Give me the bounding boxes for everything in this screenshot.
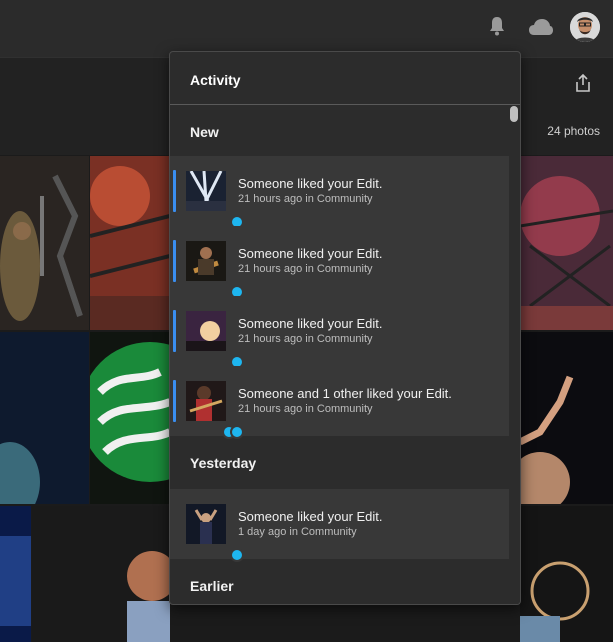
like-badge-icon: [230, 425, 244, 439]
notification-text: Someone and 1 other liked your Edit.: [238, 386, 452, 401]
activity-panel: Activity New Someone liked your Edit. 21…: [169, 51, 521, 605]
notification-meta: 21 hours ago in Community: [238, 403, 373, 415]
notification-thumbnail: [186, 311, 244, 369]
cloud-icon[interactable]: [528, 16, 554, 40]
avatar[interactable]: [570, 12, 600, 42]
notification-item[interactable]: Someone and 1 other liked your Edit. 21 …: [170, 366, 510, 439]
bell-icon[interactable]: [488, 14, 506, 38]
activity-panel-title: Activity: [170, 52, 520, 105]
top-app-bar: [0, 0, 613, 57]
notification-meta: 21 hours ago in Community: [238, 333, 373, 345]
photo-thumbnail[interactable]: [32, 506, 170, 642]
photo-thumbnail[interactable]: [90, 332, 170, 504]
section-new-title: New: [190, 124, 219, 140]
notification-thumbnail: [186, 504, 244, 562]
photo-thumbnail[interactable]: [0, 506, 31, 642]
notification-item[interactable]: Someone liked your Edit. 21 hours ago in…: [170, 226, 510, 299]
notification-item[interactable]: Someone liked your Edit. 1 day ago in Co…: [170, 489, 510, 562]
notification-thumbnail: [186, 241, 244, 299]
notification-text: Someone liked your Edit.: [238, 176, 383, 191]
section-yesterday-title: Yesterday: [190, 455, 257, 471]
notification-item[interactable]: Someone liked your Edit. 21 hours ago in…: [170, 156, 510, 229]
photo-count: 24 photos: [547, 124, 600, 138]
like-badge-icon: [230, 548, 244, 562]
notification-thumbnail: [186, 381, 244, 439]
notification-text: Someone liked your Edit.: [238, 509, 383, 524]
notification-text: Someone liked your Edit.: [238, 246, 383, 261]
photo-thumbnail[interactable]: [0, 332, 89, 504]
panel-scrollbar-thumb[interactable]: [510, 106, 518, 122]
panel-scrollbar[interactable]: [509, 105, 520, 604]
photo-thumbnail[interactable]: [520, 506, 613, 642]
photo-thumbnail[interactable]: [0, 156, 89, 330]
photo-thumbnail[interactable]: [520, 332, 613, 504]
notification-meta: 1 day ago in Community: [238, 526, 357, 538]
notification-meta: 21 hours ago in Community: [238, 263, 373, 275]
notification-meta: 21 hours ago in Community: [238, 193, 373, 205]
photo-thumbnail[interactable]: [90, 156, 170, 330]
notification-item[interactable]: Someone liked your Edit. 21 hours ago in…: [170, 296, 510, 369]
section-earlier-title: Earlier: [190, 578, 234, 594]
photo-thumbnail[interactable]: [520, 156, 613, 330]
notification-thumbnail: [186, 171, 244, 229]
share-icon[interactable]: [573, 73, 593, 93]
notification-text: Someone liked your Edit.: [238, 316, 383, 331]
